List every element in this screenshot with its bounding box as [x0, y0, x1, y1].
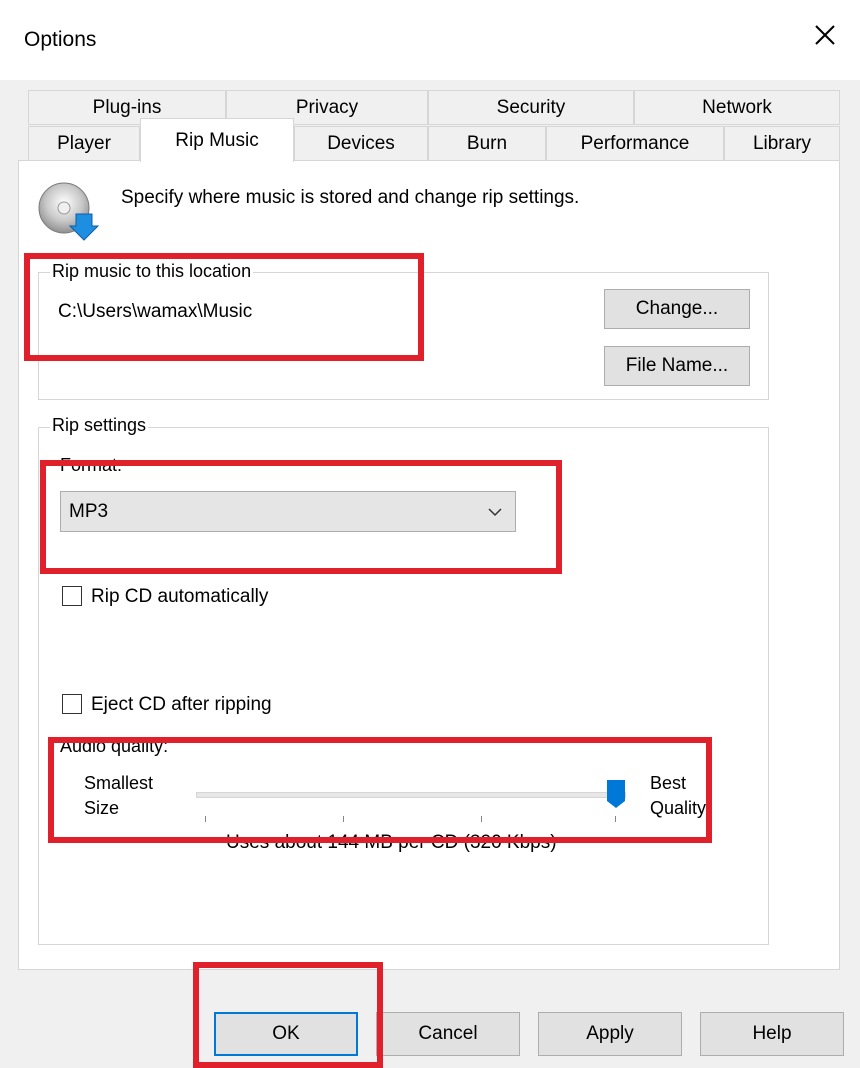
rip-cd-automatically-label: Rip CD automatically — [91, 586, 269, 607]
tab-player[interactable]: Player — [28, 126, 140, 161]
rip-location-label: Rip music to this location — [50, 261, 254, 282]
slider-max-label-line2: Quality — [650, 798, 707, 818]
tab-rip-music[interactable]: Rip Music — [140, 118, 294, 162]
audio-quality-slider-track[interactable] — [196, 792, 626, 798]
slider-tick — [615, 816, 616, 822]
close-icon[interactable] — [808, 18, 842, 52]
rip-cd-automatically-checkbox[interactable] — [62, 586, 82, 606]
ok-button[interactable]: OK — [214, 1012, 358, 1056]
slider-min-label-line2: Size — [84, 798, 120, 818]
tab-library[interactable]: Library — [724, 126, 840, 161]
apply-button[interactable]: Apply — [538, 1012, 682, 1056]
bitrate-usage-text: Uses about 144 MB per CD (320 Kbps) — [226, 832, 557, 853]
title-bar: Options — [0, 0, 860, 80]
format-select-value: MP3 — [69, 501, 109, 522]
dialog-title: Options — [24, 28, 97, 51]
format-select[interactable]: MP3 — [60, 491, 516, 532]
cd-rip-icon — [38, 182, 100, 241]
slider-tick — [343, 816, 344, 822]
slider-max-label-line1: Best — [650, 773, 687, 793]
rip-settings-label: Rip settings — [50, 415, 149, 436]
tab-burn[interactable]: Burn — [428, 126, 546, 161]
slider-min-label-line1: Smallest — [84, 773, 154, 793]
change-button[interactable]: Change... — [604, 289, 750, 329]
help-button[interactable]: Help — [700, 1012, 844, 1056]
rip-location-path: C:\Users\wamax\Music — [58, 301, 253, 322]
eject-cd-label: Eject CD after ripping — [91, 694, 272, 715]
file-name-button[interactable]: File Name... — [604, 346, 750, 386]
audio-quality-slider-thumb[interactable] — [606, 779, 626, 809]
slider-tick — [481, 816, 482, 822]
audio-quality-label: Audio quality: — [60, 736, 169, 756]
eject-cd-checkbox[interactable] — [62, 694, 82, 714]
tab-security[interactable]: Security — [428, 90, 634, 125]
cancel-button[interactable]: Cancel — [376, 1012, 520, 1056]
tab-performance[interactable]: Performance — [546, 126, 724, 161]
intro-text: Specify where music is stored and change… — [121, 187, 580, 208]
chevron-down-icon — [488, 508, 502, 517]
slider-tick — [205, 816, 206, 822]
format-label: Format: — [60, 455, 123, 475]
tab-network[interactable]: Network — [634, 90, 840, 125]
tab-devices[interactable]: Devices — [294, 126, 428, 161]
